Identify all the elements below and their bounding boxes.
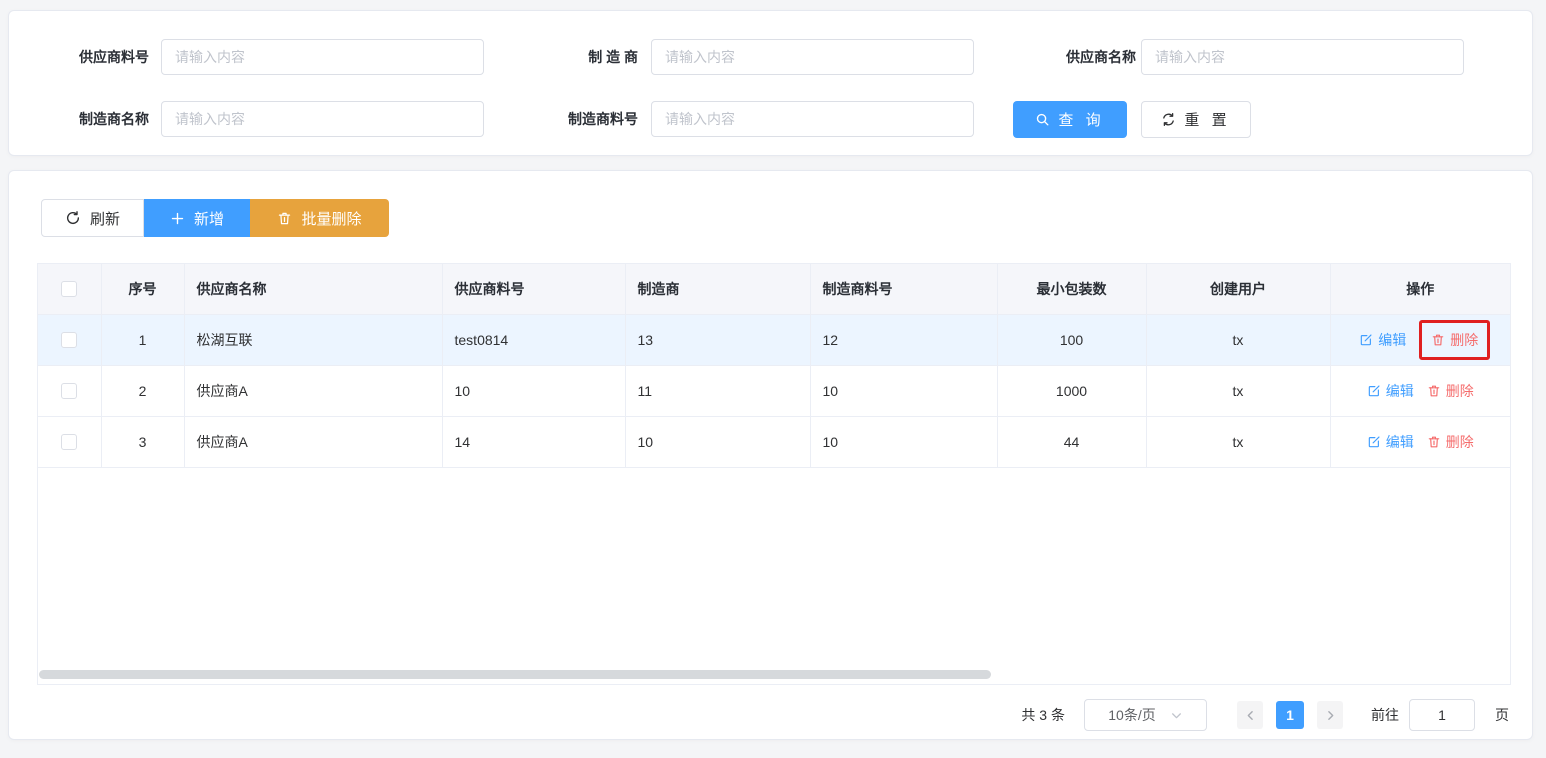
edit-button-label: 编辑 [1386, 432, 1414, 452]
edit-button[interactable]: 编辑 [1359, 330, 1406, 350]
chevron-left-icon [1244, 709, 1257, 722]
refresh-button-label: 刷新 [90, 208, 120, 229]
trash-icon [1427, 435, 1441, 449]
label-manufacturer: 制 造 商 [518, 39, 638, 75]
edit-square-icon [1359, 333, 1373, 347]
cell-supplier-name: 供应商A [184, 416, 442, 467]
column-header-creator: 创建用户 [1146, 264, 1330, 314]
edit-button[interactable]: 编辑 [1367, 381, 1414, 401]
pagination-bar: 共 3 条 10条/页 1 前往 [1021, 699, 1509, 731]
column-header-manufacturer-pn: 制造商料号 [810, 264, 997, 314]
delete-button-label: 删除 [1450, 330, 1478, 350]
query-button[interactable]: 查 询 [1013, 101, 1127, 138]
column-header-actions: 操作 [1330, 264, 1510, 314]
table-row[interactable]: 1 松湖互联 test0814 13 12 100 tx [38, 314, 1510, 365]
cell-supplier-name: 松湖互联 [184, 314, 442, 365]
prev-page-button[interactable] [1237, 701, 1263, 729]
total-count-label: 共 3 条 [1021, 705, 1065, 725]
horizontal-scrollbar-thumb[interactable] [39, 670, 991, 679]
edit-button-label: 编辑 [1386, 381, 1414, 401]
cell-manufacturer-pn: 12 [810, 314, 997, 365]
cell-supplier-name: 供应商A [184, 365, 442, 416]
supplier-name-input[interactable] [1141, 39, 1464, 75]
delete-button-label: 删除 [1446, 432, 1474, 452]
page-unit-label: 页 [1495, 705, 1509, 725]
cell-creator: tx [1146, 416, 1330, 467]
manufacturer-name-input[interactable] [161, 101, 484, 137]
cell-manufacturer-pn: 10 [810, 416, 997, 467]
cell-supplier-pn: 14 [442, 416, 625, 467]
supplier-pn-input[interactable] [161, 39, 484, 75]
column-header-manufacturer: 制造商 [625, 264, 810, 314]
column-header-supplier-name: 供应商名称 [184, 264, 442, 314]
reset-icon [1161, 112, 1176, 127]
trash-icon [1431, 333, 1445, 347]
table-row[interactable]: 3 供应商A 14 10 10 44 tx [38, 416, 1510, 467]
edit-button-label: 编辑 [1378, 330, 1406, 350]
reset-button[interactable]: 重 置 [1141, 101, 1251, 138]
trash-icon [277, 211, 292, 226]
goto-page-input[interactable] [1409, 699, 1475, 731]
cell-supplier-pn: 10 [442, 365, 625, 416]
reset-button-label: 重 置 [1184, 109, 1230, 130]
delete-button[interactable]: 删除 [1427, 381, 1474, 401]
add-button[interactable]: 新增 [144, 199, 250, 237]
cell-manufacturer: 10 [625, 416, 810, 467]
row-checkbox[interactable] [61, 383, 77, 399]
label-manufacturer-pn: 制造商料号 [518, 101, 638, 137]
page-number-button[interactable]: 1 [1276, 701, 1304, 729]
batch-delete-button-label: 批量删除 [301, 208, 361, 229]
cell-supplier-pn: test0814 [442, 314, 625, 365]
column-header-supplier-pn: 供应商料号 [442, 264, 625, 314]
cell-seq: 2 [101, 365, 184, 416]
edit-square-icon [1367, 435, 1381, 449]
delete-button[interactable]: 删除 [1427, 432, 1474, 452]
add-button-label: 新增 [194, 208, 224, 229]
search-panel: 供应商料号 制 造 商 供应商名称 制造商名称 制造商料号 查 询 重 置 [8, 10, 1533, 156]
row-checkbox[interactable] [61, 332, 77, 348]
cell-seq: 1 [101, 314, 184, 365]
column-header-min-pack: 最小包装数 [997, 264, 1146, 314]
cell-manufacturer: 13 [625, 314, 810, 365]
page-size-select[interactable]: 10条/页 [1084, 699, 1207, 731]
delete-button-label: 删除 [1446, 381, 1474, 401]
cell-seq: 3 [101, 416, 184, 467]
goto-label: 前往 [1371, 705, 1399, 725]
cell-manufacturer-pn: 10 [810, 365, 997, 416]
edit-square-icon [1367, 384, 1381, 398]
plus-icon [170, 211, 185, 226]
search-icon [1035, 112, 1050, 127]
refresh-button[interactable]: 刷新 [41, 199, 144, 237]
column-header-seq: 序号 [101, 264, 184, 314]
label-manufacturer-name: 制造商名称 [29, 101, 149, 137]
cell-creator: tx [1146, 365, 1330, 416]
data-table: 序号 供应商名称 供应商料号 制造商 制造商料号 最小包装数 创建用户 操作 1… [37, 263, 1511, 685]
row-checkbox[interactable] [61, 434, 77, 450]
manufacturer-input[interactable] [651, 39, 974, 75]
cell-creator: tx [1146, 314, 1330, 365]
query-button-label: 查 询 [1058, 109, 1104, 130]
table-row[interactable]: 2 供应商A 10 11 10 1000 tx [38, 365, 1510, 416]
select-all-checkbox[interactable] [61, 281, 77, 297]
cell-min-pack: 100 [997, 314, 1146, 365]
next-page-button[interactable] [1317, 701, 1343, 729]
page-size-value: 10条/页 [1108, 705, 1155, 725]
cell-min-pack: 1000 [997, 365, 1146, 416]
trash-icon [1427, 384, 1441, 398]
label-supplier-pn: 供应商料号 [29, 39, 149, 75]
table-panel: 刷新 新增 批量删除 [8, 170, 1533, 740]
cell-manufacturer: 11 [625, 365, 810, 416]
delete-button[interactable]: 删除 [1431, 330, 1478, 350]
chevron-right-icon [1324, 709, 1337, 722]
refresh-icon [65, 210, 81, 226]
chevron-down-icon [1170, 709, 1183, 722]
manufacturer-pn-input[interactable] [651, 101, 974, 137]
table-toolbar: 刷新 新增 批量删除 [41, 199, 389, 237]
edit-button[interactable]: 编辑 [1367, 432, 1414, 452]
annotation-highlight-box: 删除 [1419, 320, 1490, 360]
batch-delete-button[interactable]: 批量删除 [250, 199, 389, 237]
label-supplier-name: 供应商名称 [1016, 39, 1136, 75]
cell-min-pack: 44 [997, 416, 1146, 467]
table-header-row: 序号 供应商名称 供应商料号 制造商 制造商料号 最小包装数 创建用户 操作 [38, 264, 1510, 314]
